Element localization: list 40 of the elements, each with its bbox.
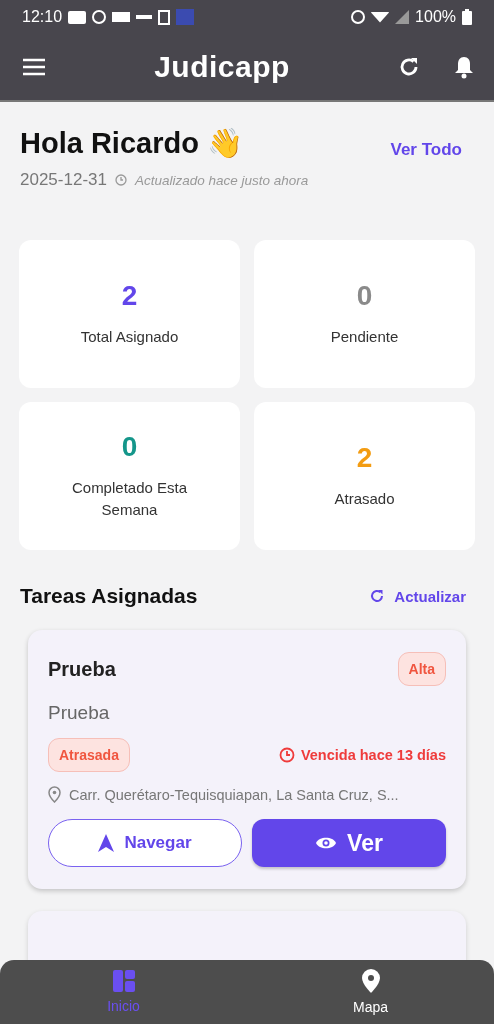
battery-level: 100% xyxy=(415,8,456,26)
status-badge: Atrasada xyxy=(48,738,130,772)
refresh-icon xyxy=(370,589,385,603)
stat-value: 2 xyxy=(356,441,373,474)
location-pin-icon xyxy=(48,786,61,803)
notifications-icon[interactable] xyxy=(454,55,474,79)
stat-label: Pendiente xyxy=(330,326,399,347)
greeting-title: Hola Ricardo 👋 xyxy=(20,126,243,160)
wifi-icon xyxy=(371,11,390,23)
task-description: Prueba xyxy=(48,702,111,724)
signal-icon xyxy=(395,10,410,24)
task-title: Prueba xyxy=(48,657,116,681)
eye-icon xyxy=(315,836,338,850)
clock-icon xyxy=(114,174,127,186)
due-text: Vencida hace 13 días xyxy=(300,747,446,763)
battery-icon xyxy=(462,9,472,25)
view-button[interactable]: Ver xyxy=(252,819,446,867)
stat-value: 0 xyxy=(356,279,373,312)
view-all-link[interactable]: Ver Todo xyxy=(390,140,462,160)
nav-tab[interactable]: Mapa xyxy=(247,960,494,1024)
refresh-icon[interactable] xyxy=(398,56,420,78)
updated-text: Actualizado hace justo ahora xyxy=(134,172,309,188)
stat-label: Completado Esta Semana xyxy=(70,477,189,520)
section-title: Tareas Asignadas xyxy=(20,584,198,608)
clock-icon xyxy=(278,747,295,763)
dashboard-icon xyxy=(112,970,135,992)
stat-value: 0 xyxy=(121,430,138,463)
navigation-arrow-icon xyxy=(98,834,115,852)
stat-label: Total Asignado xyxy=(80,326,179,347)
navigate-button[interactable]: Navegar xyxy=(48,819,242,867)
location-pin-icon xyxy=(360,969,381,993)
priority-badge: Alta xyxy=(397,652,446,686)
stat-value: 2 xyxy=(121,279,138,312)
stat-label: Atrasado xyxy=(334,488,395,509)
status-time: 12:10 xyxy=(22,8,63,26)
menu-icon[interactable] xyxy=(22,57,46,77)
date-text: 2025-12-31 xyxy=(20,170,107,190)
app-logo: Judicapp xyxy=(153,50,291,84)
address-text: Carr. Querétaro-Tequisquiapan, La Santa Cruz, S... xyxy=(69,786,399,803)
refresh-button[interactable]: Actualizar xyxy=(370,587,466,605)
